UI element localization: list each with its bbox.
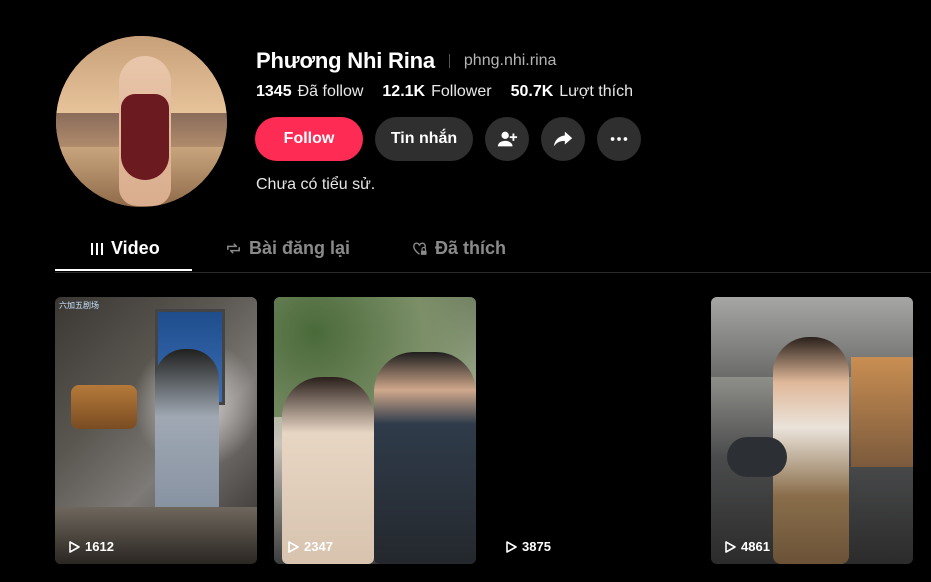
play-icon — [69, 540, 80, 553]
video-view-count: 2347 — [287, 539, 333, 554]
stat-likes-value: 50.7K — [510, 83, 554, 100]
more-icon — [610, 137, 628, 141]
add-friend-button[interactable] — [485, 117, 529, 161]
tab-reposts[interactable]: Bài đăng lại — [225, 238, 350, 259]
follow-button[interactable]: Follow — [255, 117, 363, 161]
video-card[interactable]: 2347 — [274, 297, 476, 564]
profile-avatar[interactable] — [56, 36, 227, 207]
profile-handle: phng.nhi.rina — [463, 52, 557, 69]
active-tab-underline — [55, 269, 192, 271]
profile-stats: 1345 Đã follow 12.1K Follower 50.7K Lượt th… — [256, 83, 633, 101]
tab-reposts-label: Bài đăng lại — [249, 238, 351, 258]
video-card[interactable]: 六加五剧场 1612 — [55, 297, 257, 564]
video-card[interactable]: 4861 — [711, 297, 913, 564]
profile-tabs: Video Bài đăng lại Đã thích — [55, 228, 931, 273]
stat-followers-value: 12.1K — [382, 83, 426, 100]
tab-liked[interactable]: Đã thích — [411, 238, 506, 259]
video-thumbnail — [55, 297, 257, 564]
profile-bio: Chưa có tiểu sử. — [256, 176, 376, 193]
avatar-swimsuit — [121, 94, 169, 180]
video-views: 1612 — [85, 539, 114, 554]
heart-lock-icon — [413, 242, 427, 255]
stat-following-label: Đã follow — [297, 83, 364, 100]
video-views: 2347 — [304, 539, 333, 554]
video-views: 3875 — [522, 539, 551, 554]
profile-actions: Follow Tin nhắn — [255, 117, 641, 161]
add-user-icon — [497, 131, 518, 147]
name-separator — [448, 54, 450, 68]
video-thumbnail — [711, 297, 913, 564]
stat-likes: 50.7K Lượt thích — [511, 83, 633, 101]
video-thumbnail — [492, 297, 694, 564]
profile-name-row: Phương Nhi Rina phng.nhi.rina — [256, 48, 556, 74]
tab-videos[interactable]: Video — [90, 238, 160, 259]
display-name: Phương Nhi Rina — [256, 48, 435, 73]
share-icon — [553, 131, 573, 147]
tab-liked-label: Đã thích — [435, 238, 507, 258]
video-views: 4861 — [741, 539, 770, 554]
more-button[interactable] — [597, 117, 641, 161]
stat-following[interactable]: 1345 Đã follow — [256, 83, 363, 101]
message-button[interactable]: Tin nhắn — [375, 117, 473, 161]
play-icon — [506, 540, 517, 553]
share-button[interactable] — [541, 117, 585, 161]
video-card[interactable]: 3875 — [492, 297, 694, 564]
video-thumbnail — [274, 297, 476, 564]
video-watermark: 六加五剧场 — [59, 301, 99, 310]
repost-icon — [227, 243, 240, 254]
video-view-count: 1612 — [68, 539, 114, 554]
play-icon — [288, 540, 299, 553]
video-view-count: 4861 — [724, 539, 770, 554]
stat-followers[interactable]: 12.1K Follower — [382, 83, 491, 101]
video-view-count: 3875 — [505, 539, 551, 554]
stat-likes-label: Lượt thích — [559, 83, 633, 100]
grid-icon — [91, 242, 103, 255]
tab-videos-label: Video — [111, 238, 160, 258]
play-icon — [725, 540, 736, 553]
stat-followers-label: Follower — [431, 83, 492, 100]
stat-following-value: 1345 — [256, 83, 292, 100]
